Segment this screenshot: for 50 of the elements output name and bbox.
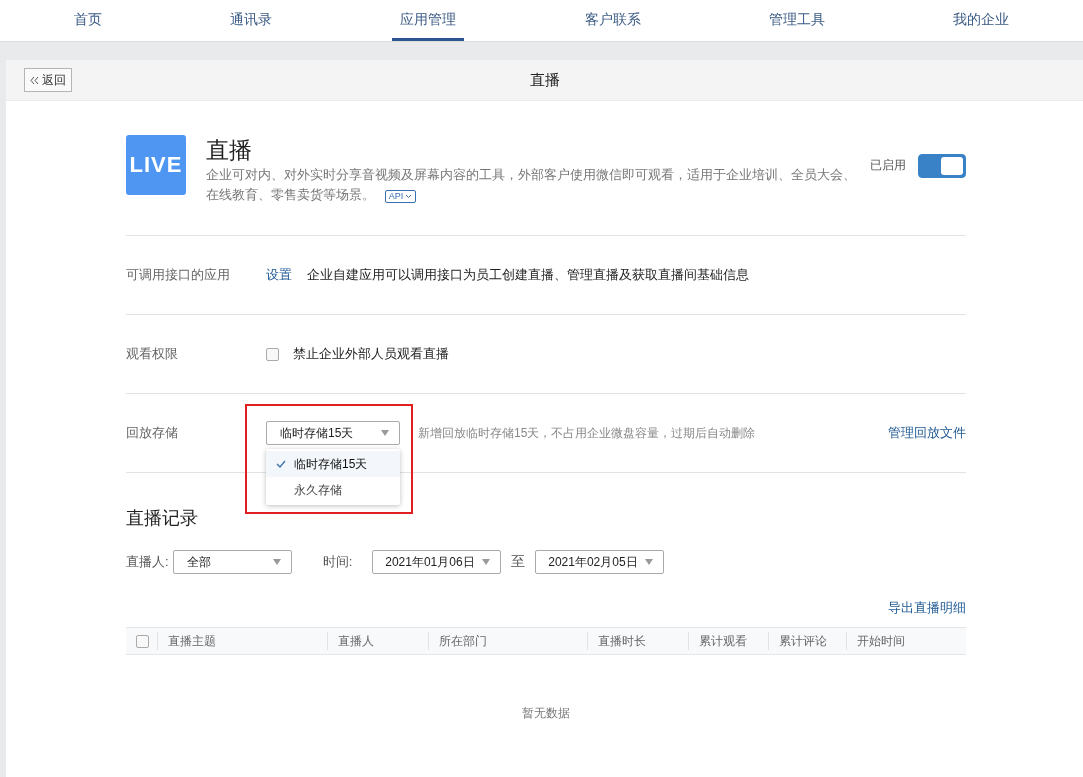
empty-message: 暂无数据 bbox=[522, 706, 570, 720]
filter-label: 直播人: bbox=[126, 553, 169, 571]
caret-icon bbox=[272, 559, 281, 565]
double-chevron-icon bbox=[30, 75, 39, 85]
column-header: 累计观看 bbox=[699, 632, 747, 650]
chevron-icon bbox=[405, 194, 413, 199]
setting-label: 观看权限 bbox=[126, 345, 179, 363]
dropdown-option[interactable]: 永久存储 bbox=[266, 477, 400, 503]
caret-icon bbox=[482, 559, 491, 565]
checkmark-icon bbox=[276, 460, 286, 468]
column-header: 累计评论 bbox=[779, 632, 827, 650]
settings-link[interactable]: 设置 bbox=[266, 266, 292, 284]
checkbox-label: 禁止企业外部人员观看直播 bbox=[293, 345, 449, 363]
dropdown-option[interactable]: 临时存储15天 bbox=[266, 451, 400, 477]
status-label: 已启用 bbox=[870, 157, 906, 174]
caret-icon bbox=[381, 430, 389, 436]
column-header: 直播人 bbox=[338, 632, 374, 650]
back-button[interactable]: 返回 bbox=[24, 68, 72, 92]
host-select[interactable]: 全部 bbox=[172, 550, 292, 574]
nav-tab[interactable]: 管理工具 bbox=[760, 0, 833, 41]
manage-files-link[interactable]: 管理回放文件 bbox=[888, 424, 966, 442]
setting-description: 企业自建应用可以调用接口为员工创建直播、管理直播及获取直播间基础信息 bbox=[307, 266, 749, 284]
export-link[interactable]: 导出直播明细 bbox=[888, 599, 966, 617]
column-header: 开始时间 bbox=[857, 632, 905, 650]
app-description: 企业可对内、对外实时分享音视频及屏幕内容的工具，外部客户使用微信即可观看，适用于企业培训、全员大会、在线教育、零售卖货等场景。 API bbox=[206, 166, 857, 205]
nav-tab[interactable]: 客户联系 bbox=[576, 0, 649, 41]
date-picker[interactable]: 2021年01月06日 bbox=[372, 550, 502, 574]
filter-label: 时间: bbox=[322, 553, 353, 571]
setting-label: 回放存储 bbox=[126, 424, 179, 442]
toggle-switch[interactable] bbox=[918, 154, 966, 178]
nav-tab[interactable]: 通讯录 bbox=[222, 0, 281, 41]
setting-label: 可调用接口的应用 bbox=[126, 266, 231, 284]
api-dropdown[interactable]: API bbox=[384, 190, 417, 203]
app-name: 直播 bbox=[206, 136, 253, 165]
checkbox[interactable] bbox=[136, 634, 149, 648]
date-picker[interactable]: 2021年02月05日 bbox=[535, 550, 665, 574]
nav-tab[interactable]: 应用管理 bbox=[392, 0, 465, 41]
caret-icon bbox=[645, 559, 654, 565]
nav-tab[interactable]: 我的企业 bbox=[944, 0, 1017, 41]
setting-hint: 新增回放临时存储15天，不占用企业微盘容量，过期后自动删除 bbox=[418, 424, 756, 442]
column-header: 所在部门 bbox=[439, 632, 487, 650]
column-header: 直播时长 bbox=[598, 632, 646, 650]
column-header: 直播主题 bbox=[168, 632, 216, 650]
checkbox[interactable] bbox=[266, 347, 279, 361]
storage-select[interactable]: 临时存储15天 bbox=[266, 421, 400, 445]
app-logo: LIVE bbox=[126, 135, 186, 195]
section-title: 直播记录 bbox=[126, 507, 199, 530]
nav-tab[interactable]: 首页 bbox=[66, 0, 111, 41]
page-title: 直播 bbox=[529, 70, 560, 90]
range-separator: 至 bbox=[511, 553, 526, 571]
